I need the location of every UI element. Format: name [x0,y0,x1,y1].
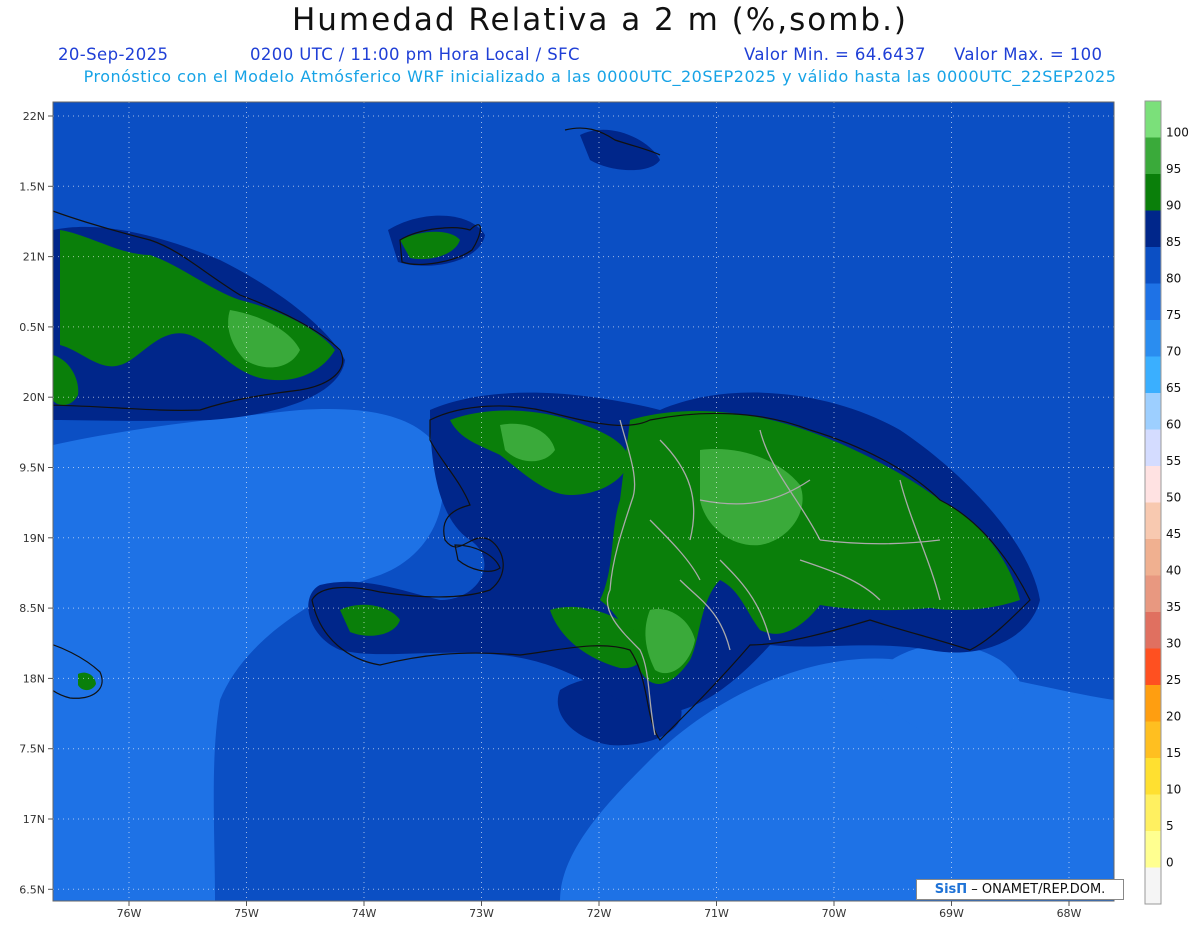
colorbar-label: 100 [1166,126,1189,140]
colorbar-label: 50 [1166,491,1181,505]
lat-label: 21N [23,251,45,264]
lat-label: 22N [23,110,45,123]
colorbar: 1009590858075706560555045403530252015105… [1144,100,1189,905]
colorbar-label: 5 [1166,819,1174,833]
colorbar-segment [1145,137,1161,174]
colorbar-segment [1145,539,1161,576]
lon-label: 71W [704,907,729,920]
colorbar-segment [1145,247,1161,284]
lon-label: 73W [469,907,494,920]
colorbar-label: 75 [1166,308,1181,322]
credit-box: SisΠ – ONAMET/REP.DOM. [916,879,1124,900]
colorbar-label: 30 [1166,637,1181,651]
credit-text: – ONAMET/REP.DOM. [967,882,1106,897]
colorbar-label: 25 [1166,673,1181,687]
colorbar-segment [1145,575,1161,612]
lat-label: 6.5N [19,883,45,896]
colorbar-segment [1145,502,1161,539]
colorbar-label: 90 [1166,199,1181,213]
colorbar-label: 95 [1166,162,1181,176]
colorbar-label: 35 [1166,600,1181,614]
colorbar-segment [1145,831,1161,868]
colorbar-segment [1145,356,1161,393]
lat-label: 0.5N [19,321,45,334]
colorbar-segment [1145,648,1161,685]
colorbar-segment [1145,794,1161,831]
colorbar-label: 65 [1166,381,1181,395]
colorbar-segment [1145,101,1161,138]
lat-label: 17N [23,813,45,826]
colorbar-segment [1145,758,1161,795]
colorbar-segment [1145,429,1161,466]
colorbar-segment [1145,612,1161,649]
lat-label: 20N [23,391,45,404]
lon-label: 70W [822,907,847,920]
colorbar-label: 20 [1166,710,1181,724]
colorbar-segment [1145,867,1161,904]
colorbar-segment [1145,393,1161,430]
colorbar-segment [1145,210,1161,247]
colorbar-label: 45 [1166,527,1181,541]
humidity-field [53,102,1114,901]
colorbar-label: 85 [1166,235,1181,249]
lat-label: 9.5N [19,462,45,475]
lon-label: 72W [587,907,612,920]
colorbar-label: 60 [1166,418,1181,432]
lon-label: 69W [939,907,964,920]
colorbar-label: 10 [1166,783,1181,797]
lon-label: 75W [234,907,259,920]
colorbar-segment [1145,685,1161,722]
lat-label: 1.5N [19,180,45,193]
colorbar-segment [1145,721,1161,758]
colorbar-label: 15 [1166,746,1181,760]
colorbar-label: 40 [1166,564,1181,578]
colorbar-segment [1145,283,1161,320]
weather-map: 76W 75W 74W 73W 72W 71W 70W 69W 68W 22N 1.5N 21N 0.5… [19,100,1189,920]
lon-label: 68W [1057,907,1082,920]
lon-label: 74W [352,907,377,920]
lat-label: 18N [23,672,45,685]
colorbar-segment [1145,466,1161,503]
colorbar-label: 70 [1166,345,1181,359]
lat-label: 8.5N [19,602,45,615]
lon-label: 76W [117,907,142,920]
colorbar-segment [1145,320,1161,357]
sisp-logo: SisΠ [934,882,968,897]
lat-label: 19N [23,532,45,545]
colorbar-label: 0 [1166,856,1174,870]
colorbar-segment [1145,174,1161,211]
colorbar-label: 55 [1166,454,1181,468]
colorbar-label: 80 [1166,272,1181,286]
lat-label: 7.5N [19,743,45,756]
